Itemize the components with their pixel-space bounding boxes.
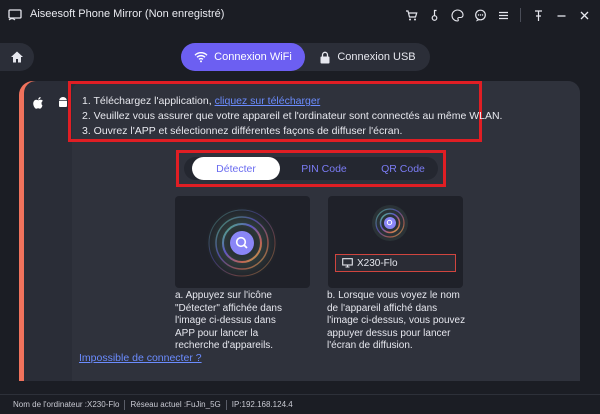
home-icon (11, 51, 23, 63)
chat-icon[interactable] (472, 7, 488, 23)
tab-detect[interactable]: Détecter (192, 157, 280, 180)
status-bar: Nom de l'ordinateur :X230-Flo Réseau act… (0, 394, 600, 414)
monitor-icon (342, 258, 353, 268)
device-description: b. Lorsque vous voyez le nom de l'appare… (327, 290, 466, 351)
key-icon[interactable] (426, 7, 442, 23)
minimize-icon[interactable] (553, 7, 569, 23)
app-logo-icon (8, 8, 22, 22)
connection-tabs: Connexion WiFi Connexion USB (181, 43, 430, 71)
wifi-icon (194, 52, 208, 63)
apple-icon[interactable] (33, 96, 45, 115)
status-separator (124, 399, 126, 410)
status-separator (225, 399, 227, 410)
close-icon[interactable] (576, 7, 592, 23)
detect-illustration (175, 196, 310, 288)
cart-icon[interactable] (403, 7, 419, 23)
app-title: Aiseesoft Phone Mirror (Non enregistré) (30, 8, 225, 20)
detect-radar-icon (206, 207, 278, 279)
cant-connect-link[interactable]: Impossible de connecter ? (79, 352, 202, 364)
detect-description: a. Appuyez sur l'icône "Détecter" affich… (175, 290, 282, 351)
usb-lock-icon (320, 51, 330, 63)
step-1-text: 1. Téléchargez l'application, (82, 95, 215, 107)
tab-usb[interactable]: Connexion USB (305, 43, 430, 71)
detected-device-item[interactable]: X230-Flo (335, 254, 456, 272)
download-link[interactable]: cliquez sur télécharger (215, 95, 321, 107)
detected-device-name: X230-Flo (357, 257, 398, 269)
tab-wifi[interactable]: Connexion WiFi (181, 43, 305, 71)
device-illustration: X230-Flo (328, 196, 463, 288)
pin-icon[interactable] (530, 7, 546, 23)
step-2: 2. Veuillez vous assurer que votre appar… (82, 110, 503, 122)
tab-qr-code[interactable]: QR Code (369, 157, 437, 180)
mode-selector-highlight: Détecter PIN Code QR Code (176, 150, 446, 187)
palette-icon[interactable] (449, 7, 465, 23)
instruction-steps: 1. Téléchargez l'application, cliquez su… (68, 81, 502, 142)
tab-pin-code[interactable]: PIN Code (284, 157, 364, 180)
titlebar-separator (520, 8, 521, 22)
status-computer-name: Nom de l'ordinateur :X230-Flo (13, 400, 120, 409)
title-bar: Aiseesoft Phone Mirror (Non enregistré) (0, 0, 600, 30)
home-button[interactable] (0, 43, 34, 71)
mode-selector: Détecter PIN Code QR Code (184, 157, 438, 180)
step-1: 1. Téléchargez l'application, cliquez su… (82, 95, 320, 107)
status-network: Réseau actuel :FuJin_5G (130, 400, 221, 409)
menu-icon[interactable] (495, 7, 511, 23)
tab-wifi-label: Connexion WiFi (214, 51, 292, 63)
tab-usb-label: Connexion USB (337, 51, 416, 63)
step-3: 3. Ouvrez l'APP et sélectionnez différen… (82, 125, 403, 137)
device-radar-icon (372, 205, 408, 241)
status-ip: IP:192.168.124.4 (231, 400, 293, 409)
